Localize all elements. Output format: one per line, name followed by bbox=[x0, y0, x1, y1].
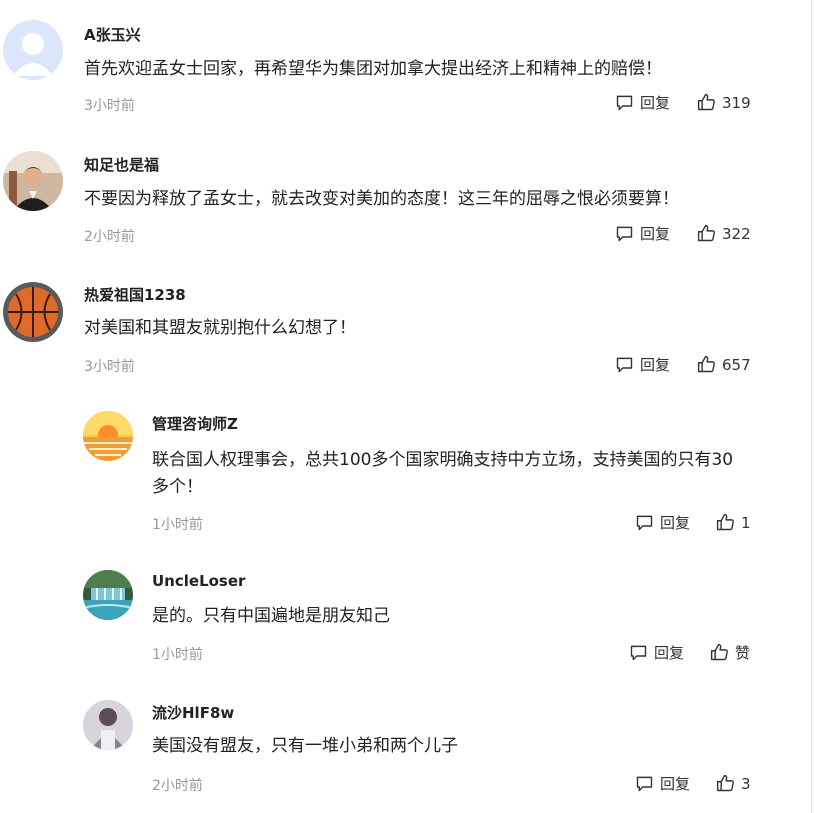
reply-button[interactable]: 回复 bbox=[628, 642, 684, 663]
reply-label: 回复 bbox=[640, 94, 671, 112]
comment-item: A张玉兴 首先欢迎孟女士回家，再希望华为集团对加拿大提出经济上和精神上的赔偿！ … bbox=[0, 0, 810, 130]
sunset-avatar[interactable] bbox=[83, 411, 133, 461]
comment-item: 知足也是福 不要因为释放了孟女士，就去改变对美加的态度！这三年的屈辱之恨必须要算… bbox=[0, 130, 810, 260]
comment-bubble-icon bbox=[616, 226, 633, 242]
reply-label: 回复 bbox=[660, 775, 691, 793]
reply-username[interactable]: UncleLoser bbox=[152, 572, 245, 590]
reply-time: 1小时前 bbox=[152, 647, 203, 663]
like-button[interactable]: 赞 bbox=[709, 642, 750, 663]
like-label: 赞 bbox=[735, 644, 751, 662]
thumbs-up-icon bbox=[716, 513, 734, 531]
like-count: 3 bbox=[741, 774, 751, 793]
comment-bubble-icon bbox=[616, 357, 633, 373]
comment-bubble-icon bbox=[636, 515, 653, 531]
reply-item: 管理咨询师Z 联合国人权理事会，总共100多个国家明确支持中方立场，支持美国的只… bbox=[0, 400, 810, 560]
reply-button[interactable]: 回复 bbox=[634, 512, 690, 533]
reply-button[interactable]: 回复 bbox=[614, 354, 670, 375]
reply-label: 回复 bbox=[660, 514, 691, 532]
comment-time: 2小时前 bbox=[84, 229, 135, 245]
reply-username[interactable]: 流沙HlF8w bbox=[152, 702, 234, 723]
default-avatar-icon[interactable] bbox=[3, 20, 63, 80]
thumbs-up-icon bbox=[710, 643, 728, 661]
comment-bubble-icon bbox=[630, 645, 647, 661]
reply-text-line: 是的。只有中国遍地是朋友知己 bbox=[152, 606, 390, 626]
comment-bubble-icon bbox=[636, 776, 653, 792]
like-button[interactable]: 3 bbox=[715, 773, 751, 794]
like-button[interactable]: 322 bbox=[696, 223, 751, 244]
comment-item: 热爱祖国1238 对美国和其盟友就别抱什么幻想了！ 3小时前 回复 657 bbox=[0, 262, 810, 392]
like-count: 322 bbox=[722, 224, 751, 243]
reply-button[interactable]: 回复 bbox=[634, 773, 690, 794]
like-button[interactable]: 319 bbox=[696, 92, 751, 113]
comment-text: 对美国和其盟友就别抱什么幻想了！ bbox=[84, 318, 356, 338]
thumbs-up-icon bbox=[697, 93, 715, 111]
reply-text-line: 多个！ bbox=[152, 477, 203, 497]
comment-time: 3小时前 bbox=[84, 359, 135, 375]
reply-time: 1小时前 bbox=[152, 517, 203, 533]
person-avatar[interactable] bbox=[83, 700, 133, 750]
man-portrait-avatar[interactable] bbox=[3, 151, 63, 211]
comment-username[interactable]: A张玉兴 bbox=[84, 24, 141, 45]
comment-text: 不要因为释放了孟女士，就去改变对美加的态度！这三年的屈辱之恨必须要算！ bbox=[84, 189, 679, 209]
reply-label: 回复 bbox=[640, 356, 671, 374]
reply-item: 流沙HlF8w 美国没有盟友，只有一堆小弟和两个儿子 2小时前 回复 3 bbox=[0, 690, 810, 813]
waterfall-avatar[interactable] bbox=[83, 570, 133, 620]
thumbs-up-icon bbox=[697, 355, 715, 373]
reply-item: UncleLoser 是的。只有中国遍地是朋友知己 1小时前 回复 赞 bbox=[0, 560, 810, 690]
thumbs-up-icon bbox=[716, 774, 734, 792]
comment-username[interactable]: 知足也是福 bbox=[84, 154, 159, 175]
like-button[interactable]: 1 bbox=[715, 512, 751, 533]
reply-time: 2小时前 bbox=[152, 778, 203, 794]
basketball-avatar[interactable] bbox=[3, 282, 63, 342]
comment-text: 首先欢迎孟女士回家，再希望华为集团对加拿大提出经济上和精神上的赔偿！ bbox=[84, 59, 662, 79]
like-count: 1 bbox=[741, 513, 751, 532]
thumbs-up-icon bbox=[697, 224, 715, 242]
reply-label: 回复 bbox=[654, 644, 685, 662]
reply-button[interactable]: 回复 bbox=[614, 92, 670, 113]
reply-button[interactable]: 回复 bbox=[614, 223, 670, 244]
page-right-border bbox=[811, 0, 812, 813]
comment-bubble-icon bbox=[616, 95, 633, 111]
comment-username[interactable]: 热爱祖国1238 bbox=[84, 284, 186, 305]
reply-username[interactable]: 管理咨询师Z bbox=[152, 413, 238, 434]
like-button[interactable]: 657 bbox=[696, 354, 751, 375]
comment-time: 3小时前 bbox=[84, 98, 135, 114]
like-count: 319 bbox=[722, 93, 751, 112]
reply-text-line: 美国没有盟友，只有一堆小弟和两个儿子 bbox=[152, 736, 458, 756]
like-count: 657 bbox=[722, 355, 751, 374]
reply-text-line: 联合国人权理事会，总共100多个国家明确支持中方立场，支持美国的只有30 bbox=[152, 450, 734, 470]
reply-label: 回复 bbox=[640, 225, 671, 243]
